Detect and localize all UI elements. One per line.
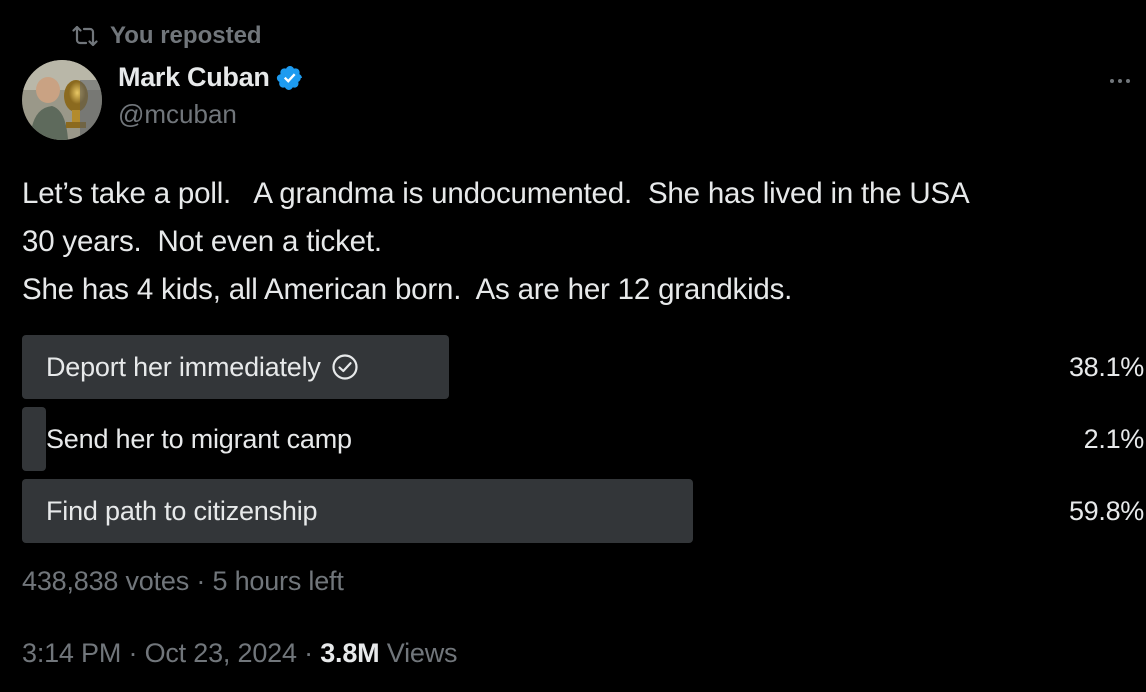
avatar[interactable] <box>22 60 102 140</box>
poll-option[interactable]: Find path to citizenship 59.8% <box>22 479 1144 543</box>
tweet-line: 30 years. Not even a ticket. <box>22 225 382 258</box>
tweet-line: Let’s take a poll. A grandma is undocume… <box>22 177 970 210</box>
repost-icon <box>72 25 98 47</box>
repost-indicator: You reposted <box>72 22 262 50</box>
poll-option-label: Send her to migrant camp <box>46 423 352 454</box>
more-options-icon[interactable] <box>1100 66 1140 96</box>
poll-time-left: 5 hours left <box>212 566 344 596</box>
check-circle-icon <box>331 353 359 381</box>
tweet-time[interactable]: 3:14 PM <box>22 638 121 668</box>
poll-votes: 438,838 votes <box>22 566 190 596</box>
more-dot <box>1118 79 1122 83</box>
separator: · <box>128 638 138 668</box>
poll-option-percent: 59.8% <box>1068 495 1144 526</box>
poll-option-label: Deport her immediately <box>46 351 321 382</box>
poll-option[interactable]: Deport her immediately 38.1% <box>22 335 1144 399</box>
poll-option-percent: 2.1% <box>1083 423 1145 454</box>
verified-badge-icon[interactable] <box>276 64 304 92</box>
more-dot <box>1126 79 1130 83</box>
author-name[interactable]: Mark Cuban <box>118 62 270 93</box>
author-block: Mark Cuban @mcuban <box>118 62 304 130</box>
tweet-text: Let’s take a poll. A grandma is undocume… <box>22 170 1142 314</box>
separator: · <box>304 638 313 668</box>
author-handle[interactable]: @mcuban <box>118 99 304 130</box>
poll-result-bar <box>22 407 46 471</box>
poll-option[interactable]: Send her to migrant camp 2.1% <box>22 407 1144 471</box>
poll: Deport her immediately 38.1% Send her to… <box>22 335 1144 551</box>
separator: · <box>196 566 206 596</box>
poll-option-percent: 38.1% <box>1068 351 1144 382</box>
poll-option-label: Find path to citizenship <box>46 495 318 526</box>
more-dot <box>1110 79 1114 83</box>
tweet-date[interactable]: Oct 23, 2024 <box>145 638 297 668</box>
views-count: 3.8M <box>320 638 380 668</box>
views-label: Views <box>386 638 458 668</box>
poll-meta: 438,838 votes · 5 hours left <box>22 566 344 597</box>
tweet-meta: 3:14 PM · Oct 23, 2024 · 3.8M Views <box>22 638 458 669</box>
tweet-line: She has 4 kids, all American born. As ar… <box>22 273 793 306</box>
repost-label: You reposted <box>110 22 262 49</box>
